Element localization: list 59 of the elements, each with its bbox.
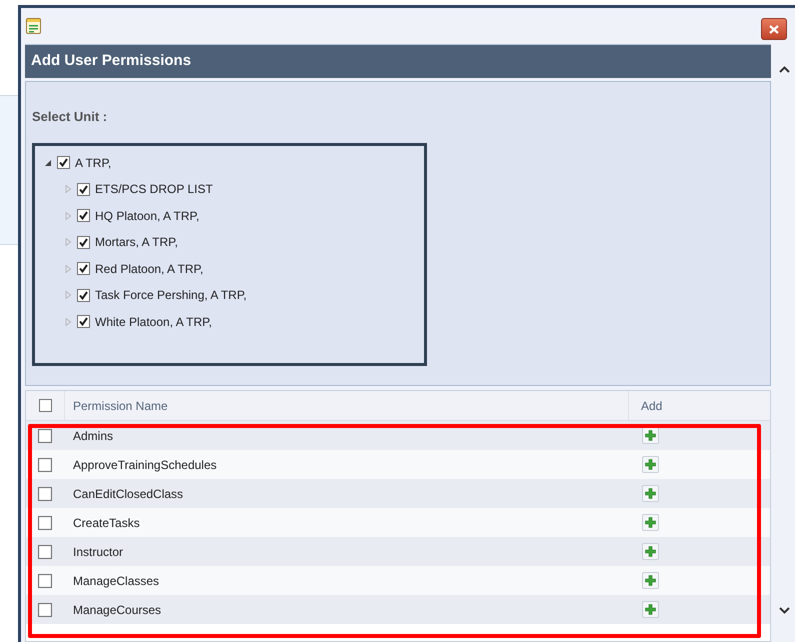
column-header[interactable]: Permission Name: [73, 396, 168, 414]
plus-icon: [645, 488, 656, 499]
plus-icon: [645, 517, 656, 528]
table-row[interactable]: ManageCourses: [26, 595, 770, 624]
window-icon: [26, 18, 41, 34]
checkbox[interactable]: [38, 486, 52, 500]
add-button[interactable]: [642, 427, 659, 444]
checkbox[interactable]: [77, 315, 90, 328]
permission-name: ManageClasses: [73, 574, 160, 588]
tree-item-label[interactable]: A TRP,: [75, 154, 112, 172]
collapse-triangle-icon[interactable]: [45, 158, 52, 167]
dialog-title: Add User Permissions: [31, 51, 192, 72]
checkbox[interactable]: [38, 458, 52, 472]
permission-name: ApproveTrainingSchedules: [73, 458, 217, 472]
checkbox[interactable]: [77, 262, 90, 276]
plus-icon: [645, 546, 656, 557]
add-button[interactable]: [642, 572, 659, 589]
permission-name: ManageCourses: [73, 602, 162, 616]
plus-icon: [645, 575, 656, 586]
plus-icon: [645, 459, 656, 470]
close-button[interactable]: [761, 18, 787, 40]
checkbox[interactable]: [77, 209, 90, 222]
table-row[interactable]: ManageClasses: [26, 566, 770, 595]
plus-icon: [645, 604, 656, 615]
add-button[interactable]: [642, 514, 659, 531]
add-button[interactable]: [642, 601, 659, 618]
checkbox[interactable]: [38, 516, 52, 530]
checkbox[interactable]: [57, 156, 70, 170]
add-button[interactable]: [642, 456, 659, 473]
permission-name: Admins: [73, 428, 114, 442]
checkbox[interactable]: [38, 428, 52, 442]
tree-item-label[interactable]: White Platoon, A TRP,: [95, 312, 212, 331]
column-header[interactable]: Add: [641, 396, 662, 414]
select-unit-label: Select Unit :: [32, 108, 108, 126]
permission-name: Instructor: [73, 544, 124, 558]
plus-icon: [645, 430, 656, 441]
tree-item-label[interactable]: Red Platoon, A TRP,: [95, 260, 204, 278]
close-icon: [769, 24, 779, 34]
checkbox[interactable]: [38, 399, 52, 412]
table-row[interactable]: ApproveTrainingSchedules: [26, 450, 770, 479]
checkbox[interactable]: [38, 544, 52, 558]
checkbox[interactable]: [77, 288, 90, 302]
checkbox[interactable]: [38, 574, 52, 588]
tree-item-label[interactable]: HQ Platoon, A TRP,: [95, 206, 200, 225]
table-row[interactable]: Instructor: [26, 537, 770, 566]
add-button[interactable]: [642, 485, 659, 502]
tree-item-label[interactable]: Mortars, A TRP,: [95, 233, 178, 252]
scroll-up-icon: [778, 66, 790, 73]
tree-item-label[interactable]: ETS/PCS DROP LIST: [95, 180, 213, 198]
permission-name: CanEditClosedClass: [73, 486, 184, 500]
checkbox[interactable]: [77, 182, 90, 196]
table-row[interactable]: CanEditClosedClass: [26, 479, 770, 508]
checkbox[interactable]: [38, 602, 52, 616]
tree-item-label[interactable]: Task Force Pershing, A TRP,: [95, 286, 247, 304]
permission-name: CreateTasks: [73, 516, 140, 530]
add-button[interactable]: [642, 543, 659, 560]
scroll-down-icon: [778, 607, 790, 614]
checkbox[interactable]: [77, 236, 90, 249]
table-row[interactable]: CreateTasks: [26, 508, 770, 537]
